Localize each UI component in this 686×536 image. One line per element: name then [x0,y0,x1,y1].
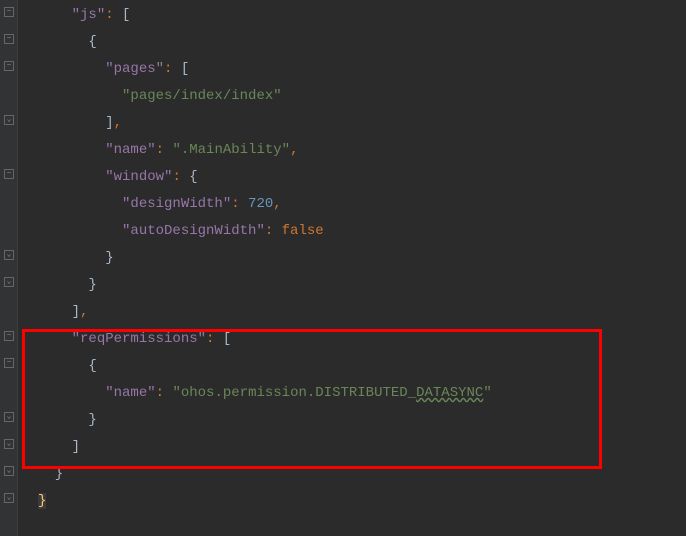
code-line: } [18,245,492,272]
code-line: { [18,353,492,380]
code-line: "js": [ [18,2,492,29]
code-line: ] [18,434,492,461]
code-editor[interactable]: "js": [ { "pages": [ "pages/index/index"… [18,0,492,517]
fold-icon[interactable]: − [4,7,14,17]
fold-icon[interactable]: ⌄ [4,250,14,260]
code-line: } [18,488,492,515]
editor-gutter: − − − ⌄ − ⌄ ⌄ − − ⌄ ⌄ ⌄ ⌄ [0,0,18,536]
fold-icon[interactable]: ⌄ [4,493,14,503]
code-line: "pages/index/index" [18,83,492,110]
code-line: ], [18,110,492,137]
fold-icon[interactable]: ⌄ [4,412,14,422]
code-line: ], [18,299,492,326]
fold-icon[interactable]: − [4,331,14,341]
code-line: "reqPermissions": [ [18,326,492,353]
fold-icon[interactable]: ⌄ [4,277,14,287]
code-line: "pages": [ [18,56,492,83]
fold-icon[interactable]: − [4,169,14,179]
code-line: "name": ".MainAbility", [18,137,492,164]
code-line: "autoDesignWidth": false [18,218,492,245]
code-line: } [18,272,492,299]
code-line: { [18,29,492,56]
code-line: "window": { [18,164,492,191]
fold-icon[interactable]: − [4,61,14,71]
fold-icon[interactable]: − [4,34,14,44]
code-line: } [18,407,492,434]
code-line: } [18,461,492,488]
code-line: "designWidth": 720, [18,191,492,218]
fold-icon[interactable]: − [4,358,14,368]
fold-icon[interactable]: ⌄ [4,115,14,125]
fold-icon[interactable]: ⌄ [4,439,14,449]
code-line: "name": "ohos.permission.DISTRIBUTED_DAT… [18,380,492,407]
fold-icon[interactable]: ⌄ [4,466,14,476]
